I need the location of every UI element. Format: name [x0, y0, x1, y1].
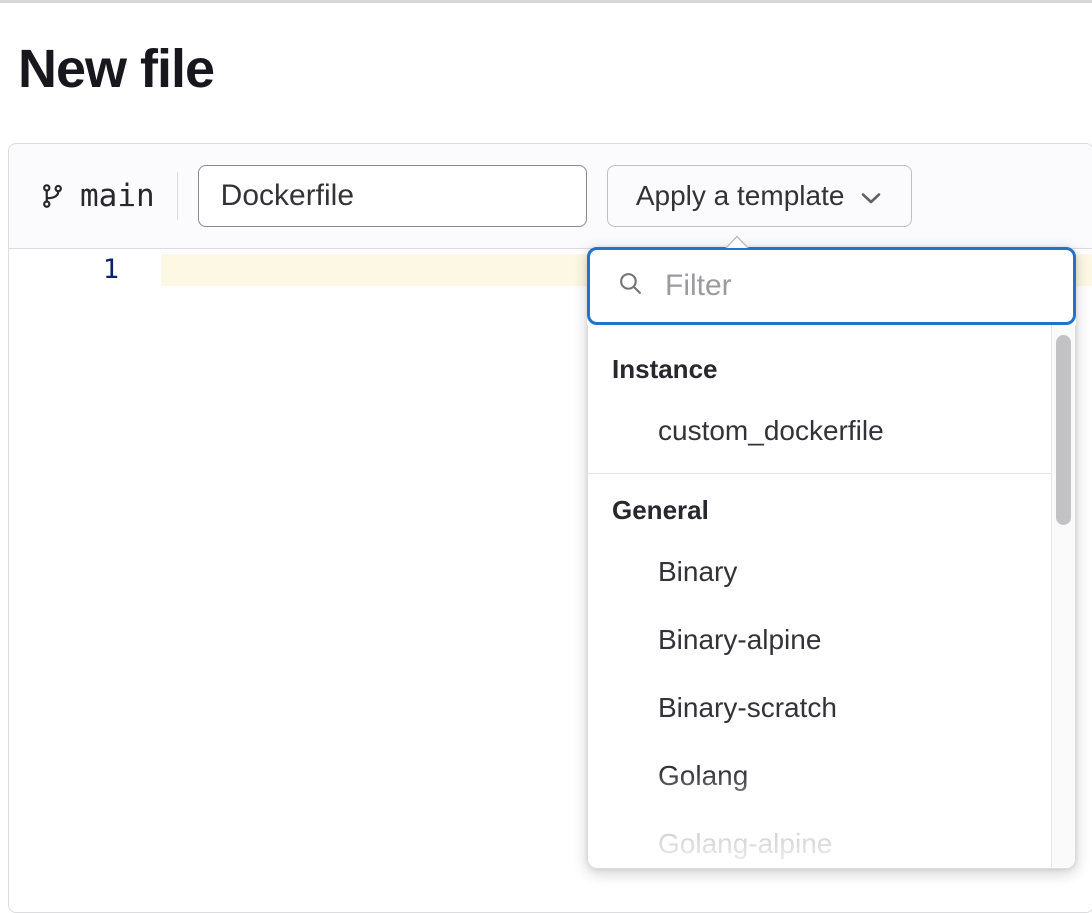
- template-dropdown: Instance custom_dockerfile General Binar…: [587, 247, 1076, 869]
- section-divider: [588, 473, 1075, 474]
- page-top-divider: [0, 0, 1092, 3]
- dropdown-scrollbar-thumb[interactable]: [1056, 335, 1071, 525]
- template-item-golang-alpine[interactable]: Golang-alpine: [588, 810, 1075, 869]
- search-icon: [618, 271, 643, 301]
- template-item-binary[interactable]: Binary: [588, 538, 1075, 606]
- template-item-binary-scratch[interactable]: Binary-scratch: [588, 674, 1075, 742]
- apply-template-button[interactable]: Apply a template: [607, 165, 912, 227]
- section-header-instance: Instance: [588, 341, 1075, 397]
- dropdown-pointer-icon: [725, 235, 749, 253]
- filename-input[interactable]: [198, 165, 587, 227]
- section-header-general: General: [588, 482, 1075, 538]
- chevron-down-icon: [860, 180, 882, 212]
- branch-name: main: [80, 178, 155, 214]
- template-filter-input[interactable]: [665, 269, 1053, 303]
- apply-template-label: Apply a template: [636, 180, 845, 212]
- dropdown-filter-row: [587, 247, 1076, 325]
- line-number: 1: [9, 254, 119, 286]
- template-item-binary-alpine[interactable]: Binary-alpine: [588, 606, 1075, 674]
- template-list-content: Instance custom_dockerfile General Binar…: [588, 325, 1075, 869]
- toolbar-divider: [177, 172, 178, 220]
- editor-toolbar: main Apply a template: [9, 144, 1092, 249]
- template-item-golang[interactable]: Golang: [588, 742, 1075, 810]
- dropdown-scrollbar[interactable]: [1051, 325, 1075, 867]
- template-item-custom-dockerfile[interactable]: custom_dockerfile: [588, 397, 1075, 465]
- branch-indicator: main: [39, 178, 155, 214]
- template-list: Instance custom_dockerfile General Binar…: [587, 325, 1076, 869]
- git-branch-icon: [39, 181, 66, 211]
- page-title: New file: [18, 38, 214, 100]
